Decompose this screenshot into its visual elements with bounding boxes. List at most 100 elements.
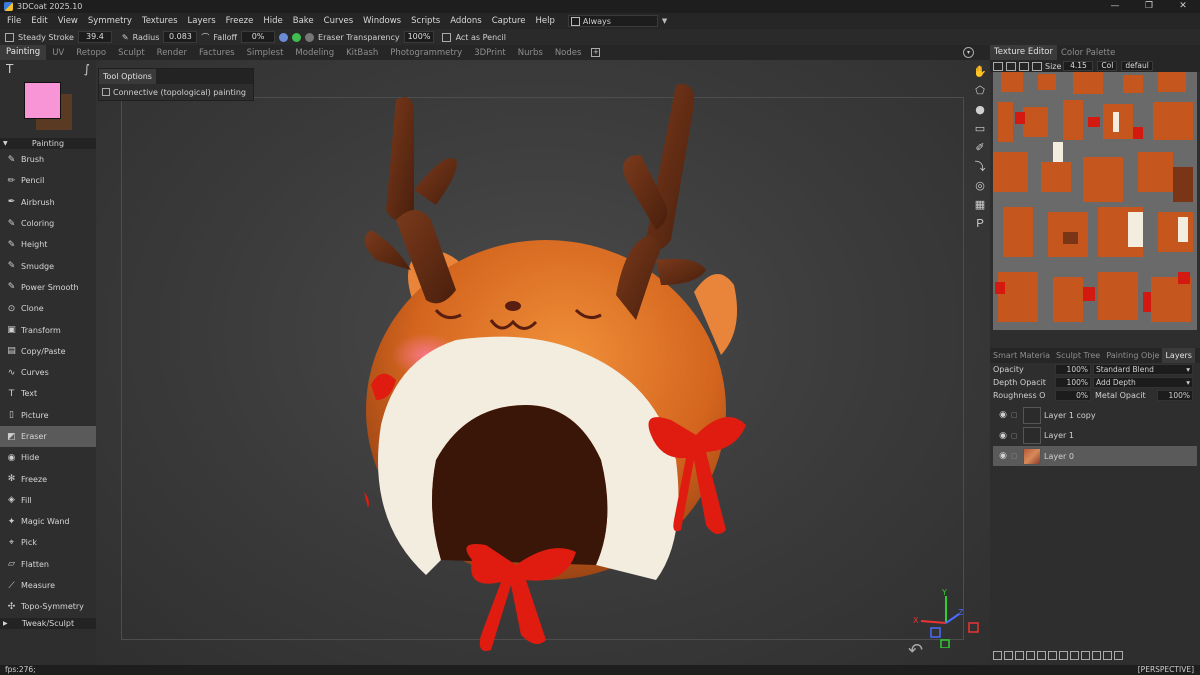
- preset-combo[interactable]: defaul: [1121, 61, 1153, 71]
- layer-item[interactable]: ◉ ▢ Layer 1: [993, 426, 1197, 446]
- layer-item[interactable]: ◉ ▢ Layer 1 copy: [993, 405, 1197, 425]
- clear-icon[interactable]: [1103, 650, 1112, 660]
- tab-nodes[interactable]: Nodes: [549, 48, 588, 58]
- primary-color-swatch[interactable]: [24, 82, 61, 119]
- close-button[interactable]: ✕: [1166, 0, 1200, 13]
- pentagon-icon[interactable]: ⬠: [973, 84, 987, 98]
- tool-coloring[interactable]: ✎ Coloring: [0, 213, 96, 234]
- menu-capture[interactable]: Capture: [487, 16, 531, 26]
- section-painting[interactable]: ▼ Painting: [0, 138, 96, 149]
- duplicate-icon[interactable]: [1092, 650, 1101, 660]
- tool-hide[interactable]: ◉ Hide: [0, 447, 96, 468]
- path-icon[interactable]: Ｐ: [973, 217, 987, 231]
- x-axis-handle[interactable]: [968, 622, 979, 633]
- layer-item-active[interactable]: ◉ ▢ Layer 0: [993, 446, 1197, 466]
- menu-layers[interactable]: Layers: [183, 16, 221, 26]
- merge-down-icon[interactable]: [1048, 650, 1057, 660]
- menu-textures[interactable]: Textures: [137, 16, 183, 26]
- menu-curves[interactable]: Curves: [319, 16, 359, 26]
- tab-uv[interactable]: UV: [46, 48, 70, 58]
- copy-layer-icon[interactable]: [1026, 650, 1035, 660]
- y-axis-handle[interactable]: [940, 639, 950, 648]
- undo-arrow-icon[interactable]: ↶: [908, 640, 923, 661]
- maximize-button[interactable]: ❐: [1132, 0, 1166, 13]
- text-tool-icon[interactable]: T: [6, 62, 13, 76]
- checker-icon[interactable]: ▦: [973, 198, 987, 212]
- menu-view[interactable]: View: [53, 16, 83, 26]
- menu-scripts[interactable]: Scripts: [406, 16, 445, 26]
- tab-render[interactable]: Render: [151, 48, 193, 58]
- tool-pick[interactable]: ⌖ Pick: [0, 532, 96, 553]
- minimize-button[interactable]: —: [1098, 0, 1132, 13]
- menu-windows[interactable]: Windows: [358, 16, 406, 26]
- steady-stroke-checkbox[interactable]: [5, 32, 14, 42]
- tool-clone[interactable]: ⊙ Clone: [0, 298, 96, 319]
- sphere-icon[interactable]: [279, 32, 289, 42]
- depth-mode-select[interactable]: Add Depth ▾: [1093, 377, 1193, 388]
- green-sphere-icon[interactable]: [292, 32, 302, 42]
- viewport[interactable]: Y X Z ↶: [96, 60, 990, 665]
- tab-sculpt[interactable]: Sculpt: [112, 48, 151, 58]
- tab-painting[interactable]: Painting: [0, 45, 47, 60]
- import-icon[interactable]: [1059, 650, 1068, 660]
- tool-flatten[interactable]: ▱ Flatten: [0, 554, 96, 575]
- tool-measure[interactable]: ⟋ Measure: [0, 575, 96, 596]
- tab-modeling[interactable]: Modeling: [289, 48, 340, 58]
- rectangle-icon[interactable]: ▭: [973, 122, 987, 136]
- spiral-icon[interactable]: ◎: [973, 179, 987, 193]
- depth-field[interactable]: 100%: [1055, 377, 1091, 388]
- add-room-button[interactable]: +: [591, 48, 601, 57]
- folder-icon[interactable]: [1015, 650, 1024, 660]
- reindeer-hat-model[interactable]: [96, 60, 990, 665]
- tab-sculpt-tree[interactable]: Sculpt Tree: [1053, 351, 1103, 360]
- tool-magic-wand[interactable]: ✦ Magic Wand: [0, 511, 96, 532]
- connective-checkbox[interactable]: [102, 88, 110, 96]
- chevron-down-icon[interactable]: ▼: [662, 17, 667, 25]
- search-icon[interactable]: [993, 650, 1002, 660]
- file-icon[interactable]: [993, 61, 1003, 71]
- size-field[interactable]: 4.15: [1063, 61, 1094, 71]
- menu-edit[interactable]: Edit: [26, 16, 52, 26]
- tool-fill[interactable]: ◈ Fill: [0, 490, 96, 511]
- tab-painting-objects[interactable]: Painting Obje: [1103, 351, 1162, 360]
- texture-preview[interactable]: [993, 72, 1197, 330]
- move-up-icon[interactable]: [1070, 650, 1079, 660]
- tab-factures[interactable]: Factures: [193, 48, 241, 58]
- falloff-field[interactable]: 0%: [241, 31, 276, 43]
- tool-eraser[interactable]: ◩ Eraser: [0, 425, 96, 448]
- falloff-icon[interactable]: ⌒: [201, 32, 209, 43]
- tool-picture[interactable]: ▯ Picture: [0, 405, 96, 426]
- tab-3dprint[interactable]: 3DPrint: [468, 48, 512, 58]
- menu-addons[interactable]: Addons: [445, 16, 486, 26]
- tab-photogrammetry[interactable]: Photogrammetry: [384, 48, 468, 58]
- tab-kitbash[interactable]: KitBash: [340, 48, 384, 58]
- home-icon[interactable]: [1006, 61, 1016, 71]
- image-icon[interactable]: [1032, 61, 1042, 71]
- tool-airbrush[interactable]: ✒ Airbrush: [0, 192, 96, 213]
- always-checkbox[interactable]: [570, 16, 580, 26]
- steady-stroke-field[interactable]: 39.4: [77, 31, 112, 43]
- roughness-field[interactable]: 0%: [1055, 390, 1091, 401]
- menu-file[interactable]: File: [2, 16, 26, 26]
- tab-smart-materials[interactable]: Smart Materia: [990, 351, 1053, 360]
- tab-color-palette[interactable]: Color Palette: [1057, 48, 1119, 58]
- tool-text[interactable]: T Text: [0, 383, 96, 404]
- tool-smudge[interactable]: ✎ Smudge: [0, 255, 96, 276]
- menu-help[interactable]: Help: [531, 16, 560, 26]
- menu-hide[interactable]: Hide: [258, 16, 287, 26]
- grid-icon[interactable]: [1019, 61, 1029, 71]
- tab-simplest[interactable]: Simplest: [241, 48, 290, 58]
- tool-curves[interactable]: ∿ Curves: [0, 362, 96, 383]
- room-menu-icon[interactable]: ▾: [963, 47, 974, 58]
- projection-mode[interactable]: [PERSPECTIVE]: [1138, 665, 1194, 675]
- radius-field[interactable]: 0.083: [163, 31, 198, 43]
- always-combo[interactable]: Always: [567, 15, 658, 27]
- eraser-transparency-field[interactable]: 100%: [403, 31, 434, 43]
- lock-icon[interactable]: ▢: [1011, 452, 1019, 460]
- hand-icon[interactable]: ✋: [973, 65, 987, 79]
- tab-layers[interactable]: Layers: [1162, 348, 1195, 363]
- tool-height[interactable]: ✎ Height: [0, 234, 96, 255]
- delete-layer-icon[interactable]: [1114, 650, 1123, 660]
- metal-field[interactable]: 100%: [1157, 390, 1193, 401]
- z-axis-handle[interactable]: [930, 627, 941, 638]
